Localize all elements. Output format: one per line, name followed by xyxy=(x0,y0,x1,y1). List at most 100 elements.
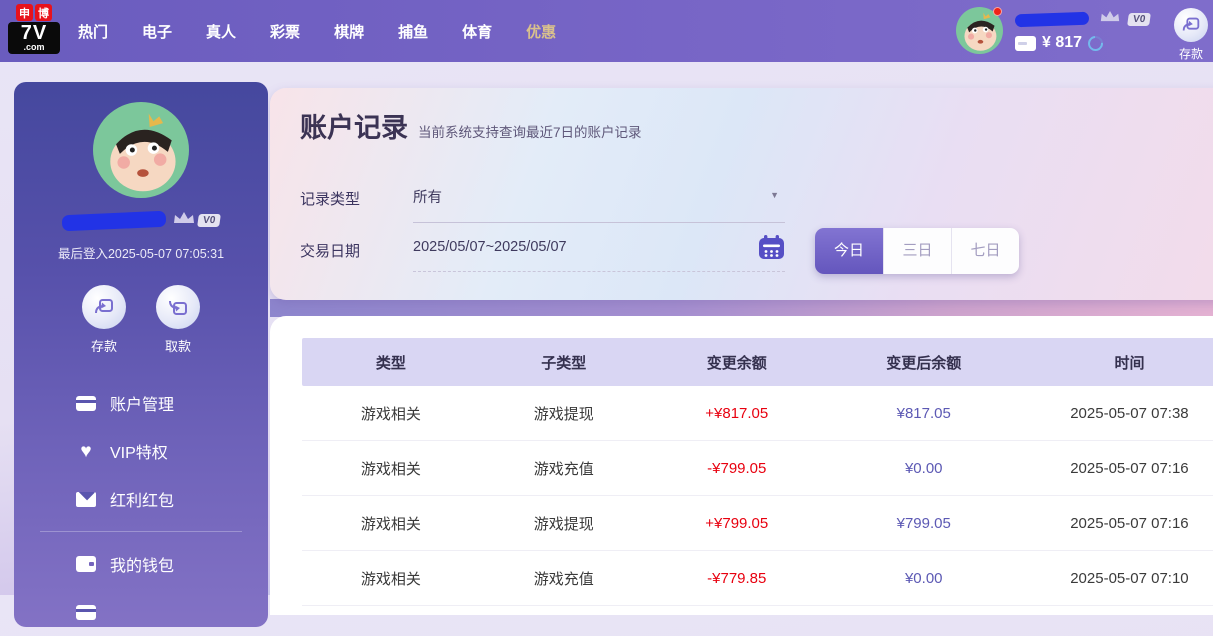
balance-row: ¥ 817 xyxy=(1015,32,1150,54)
brand-seal-left: 申 xyxy=(16,4,33,21)
bank-card-icon xyxy=(76,395,96,411)
user-info: V0 ¥ 817 xyxy=(1014,7,1152,54)
brand-seal-right: 博 xyxy=(35,4,52,21)
sidebar-menu-2: 我的钱包 xyxy=(14,540,268,636)
trade-date-input[interactable]: 2025/05/07~2025/05/07 xyxy=(413,235,785,272)
vip-crown-icon xyxy=(172,211,196,230)
cell-time: 2025-05-07 07:16 xyxy=(1070,514,1189,532)
nav-item-promo[interactable]: 优惠 xyxy=(526,21,556,42)
sidebar-user-row: V0 xyxy=(14,210,268,231)
deposit-icon xyxy=(1174,8,1208,42)
envelope-icon xyxy=(76,491,96,507)
sidebar-menu: 账户管理 ♥ VIP特权 红利红包 xyxy=(14,379,268,523)
cell-type: 游戏相关 xyxy=(360,570,421,588)
avatar-image xyxy=(93,102,189,198)
table-row: 游戏相关 游戏提现 +¥817.05 ¥817.05 2025-05-07 07… xyxy=(302,386,1213,441)
cell-balance: ¥799.05 xyxy=(896,514,951,532)
trade-date-row: 交易日期 2025/05/07~2025/05/07 xyxy=(300,235,785,272)
sidebar-divider xyxy=(40,531,242,532)
cell-balance: ¥817.05 xyxy=(896,404,951,422)
deposit-label: 存款 xyxy=(90,339,117,354)
vip-level-badge: V0 xyxy=(196,214,222,227)
user-avatar[interactable] xyxy=(956,7,1003,54)
trade-date-label: 交易日期 xyxy=(300,243,361,260)
cell-subtype: 游戏提现 xyxy=(533,515,594,533)
sidebar-item-partial[interactable] xyxy=(14,588,268,636)
cell-time: 2025-05-07 07:38 xyxy=(1070,404,1189,422)
record-type-row: 记录类型 所有 ▼ xyxy=(300,186,785,223)
nav-item-hot[interactable]: 热门 xyxy=(78,21,108,42)
menu-label: 红利红包 xyxy=(110,493,175,510)
top-navbar: 申 博 7V .com 热门 电子 真人 彩票 棋牌 捕鱼 体育 优惠 V0 ¥… xyxy=(0,0,1213,62)
cell-balance: ¥0.00 xyxy=(904,459,943,477)
chevron-down-icon: ▼ xyxy=(770,190,779,200)
cell-change: +¥799.05 xyxy=(705,514,769,532)
account-records-panel: 账户记录 当前系统支持查询最近7日的账户记录 记录类型 所有 ▼ 交易日期 20… xyxy=(270,88,1213,300)
background-gradient-band xyxy=(270,299,1213,317)
cell-type: 游戏相关 xyxy=(360,460,421,478)
nav-item-slots[interactable]: 电子 xyxy=(142,21,172,42)
cell-time: 2025-05-07 07:16 xyxy=(1070,459,1189,477)
table-row: 游戏相关 游戏充值 -¥799.05 ¥0.00 2025-05-07 07:1… xyxy=(302,441,1213,496)
navbar-user-area: V0 ¥ 817 xyxy=(956,7,1152,54)
sidebar-item-vip-privileges[interactable]: ♥ VIP特权 xyxy=(14,427,268,475)
cell-subtype: 游戏充值 xyxy=(533,570,594,588)
col-header-balance-after: 变更后余额 xyxy=(886,354,962,372)
username-redacted xyxy=(61,210,167,231)
sidebar-quick-actions: 存款 取款 xyxy=(14,285,268,355)
sidebar-deposit-button[interactable]: 存款 xyxy=(82,285,126,355)
brand-name: 7V xyxy=(20,22,48,44)
cell-time: 2025-05-07 07:10 xyxy=(1070,569,1189,587)
col-header-change: 变更余额 xyxy=(706,354,767,372)
nav-item-sports[interactable]: 体育 xyxy=(462,21,492,42)
main-nav: 热门 电子 真人 彩票 棋牌 捕鱼 体育 优惠 xyxy=(78,0,556,62)
withdraw-label: 取款 xyxy=(164,339,191,354)
sidebar-item-bonus-redpacket[interactable]: 红利红包 xyxy=(14,475,268,523)
col-header-type: 类型 xyxy=(375,354,406,372)
withdraw-icon xyxy=(156,285,200,329)
sidebar-withdraw-button[interactable]: 取款 xyxy=(156,285,200,355)
cell-change: +¥817.05 xyxy=(705,404,769,422)
wallet-icon xyxy=(76,556,96,572)
cell-type: 游戏相关 xyxy=(360,515,421,533)
notification-dot xyxy=(993,7,1002,16)
nav-item-chess[interactable]: 棋牌 xyxy=(334,21,364,42)
cell-subtype: 游戏充值 xyxy=(533,460,594,478)
cell-type: 游戏相关 xyxy=(360,405,421,423)
col-header-time: 时间 xyxy=(1114,354,1145,372)
range-3days-button[interactable]: 三日 xyxy=(883,228,951,274)
cell-change: -¥799.05 xyxy=(707,459,767,477)
partial-menu-icon xyxy=(76,604,96,620)
records-table-panel: 类型 子类型 变更余额 变更后余额 时间 游戏相关 游戏提现 +¥817.05 … xyxy=(270,316,1213,615)
vip-level-badge: V0 xyxy=(1126,12,1152,26)
menu-label: 账户管理 xyxy=(110,397,175,414)
sidebar-item-account-management[interactable]: 账户管理 xyxy=(14,379,268,427)
menu-label: 我的钱包 xyxy=(110,558,175,575)
navbar-deposit-button[interactable]: 存款 xyxy=(1172,8,1210,62)
record-type-value: 所有 xyxy=(413,190,442,206)
page-title: 账户记录 xyxy=(300,113,408,143)
record-type-select[interactable]: 所有 ▼ xyxy=(413,186,785,223)
range-7days-button[interactable]: 七日 xyxy=(951,228,1019,274)
calendar-icon[interactable] xyxy=(758,235,785,265)
sidebar-avatar[interactable] xyxy=(93,102,189,198)
nav-item-fishing[interactable]: 捕鱼 xyxy=(398,21,428,42)
brand-logo[interactable]: 申 博 7V .com xyxy=(8,4,60,54)
vip-crown-icon xyxy=(1099,10,1121,28)
col-header-subtype: 子类型 xyxy=(541,354,587,372)
wallet-card-icon xyxy=(1015,35,1036,51)
nav-item-live[interactable]: 真人 xyxy=(206,21,236,42)
table-row: 游戏相关 游戏充值 -¥779.85 ¥0.00 2025-05-07 07:1… xyxy=(302,551,1213,606)
brand-block: 7V .com xyxy=(8,22,60,54)
nav-item-lottery[interactable]: 彩票 xyxy=(270,21,300,42)
range-today-button[interactable]: 今日 xyxy=(815,228,883,274)
page-subtitle: 当前系统支持查询最近7日的账户记录 xyxy=(418,125,642,140)
refresh-balance-icon[interactable] xyxy=(1084,32,1107,54)
table-header-row: 类型 子类型 变更余额 变更后余额 时间 xyxy=(302,338,1213,386)
cell-change: -¥779.85 xyxy=(707,569,767,587)
trade-date-value: 2025/05/07~2025/05/07 xyxy=(413,239,567,255)
date-range-group: 今日 三日 七日 xyxy=(815,228,1019,274)
menu-label: VIP特权 xyxy=(110,445,168,462)
table-row: 游戏相关 游戏提现 +¥799.05 ¥799.05 2025-05-07 07… xyxy=(302,496,1213,551)
sidebar-item-my-wallet[interactable]: 我的钱包 xyxy=(14,540,268,588)
